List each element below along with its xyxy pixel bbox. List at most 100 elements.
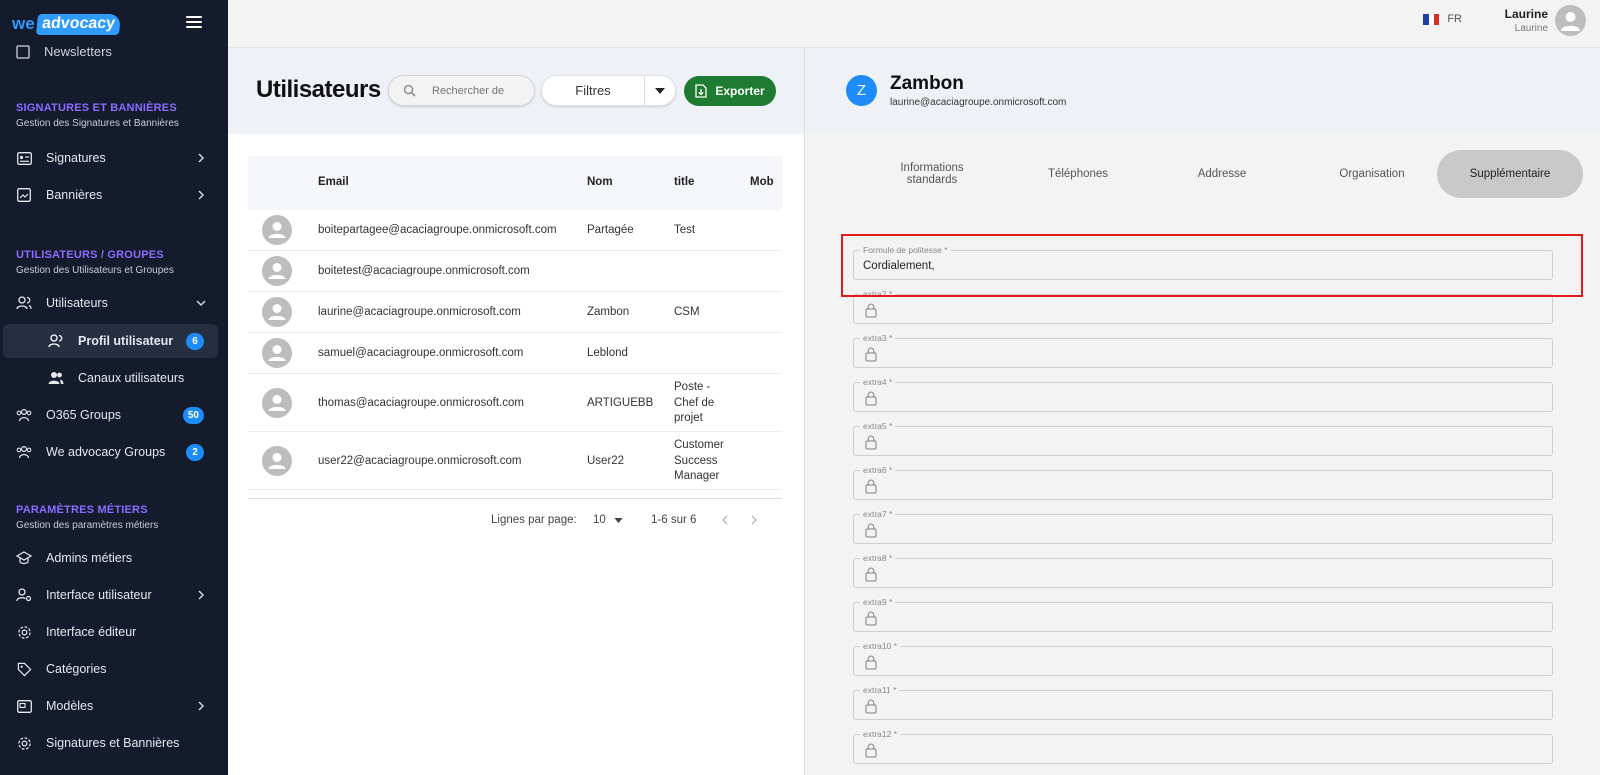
sidebar-item-canaux-utilisateurs[interactable]: Canaux utilisateurs — [0, 361, 228, 395]
row-nom: Zambon — [587, 306, 630, 318]
sidebar-item-label: Utilisateurs — [46, 296, 108, 310]
row-title: Customer Success Manager — [674, 439, 724, 482]
lock-icon — [865, 347, 877, 362]
column-email[interactable]: Email — [318, 176, 349, 188]
row-email: thomas@acaciagroupe.onmicrosoft.com — [318, 397, 524, 409]
field-label: extra5 * — [860, 421, 896, 431]
sidebar-item-label: Admins métiers — [46, 551, 133, 565]
field-label: extra3 * — [860, 333, 896, 343]
extra4-field[interactable]: extra4 * — [853, 377, 1553, 412]
lock-icon — [865, 743, 877, 758]
sidebar-item-admins-metiers[interactable]: Admins métiers — [0, 541, 228, 575]
field-label: extra7 * — [860, 509, 896, 519]
sidebar-item-label: Interface éditeur — [46, 625, 137, 639]
language-selector[interactable]: FR — [1423, 13, 1462, 25]
chevron-right-icon[interactable] — [748, 514, 760, 526]
user-detail-name: Zambon — [890, 73, 964, 94]
sidebar-item-profil-utilisateur[interactable]: Profil utilisateur 6 — [3, 324, 218, 358]
filters-button[interactable]: Filtres — [542, 76, 645, 105]
section-subtitle-signatures: Gestion des Signatures et Bannières — [16, 118, 179, 129]
column-title[interactable]: title — [674, 176, 694, 188]
tab-informations-standards[interactable]: Informations standards — [877, 150, 987, 198]
column-nom[interactable]: Nom — [587, 176, 613, 188]
language-code: FR — [1447, 13, 1462, 25]
highlight-box — [841, 234, 1583, 297]
sidebar-item-modeles[interactable]: Modèles — [0, 689, 228, 723]
lock-icon — [865, 391, 877, 406]
count-badge: 50 — [182, 407, 204, 424]
sidebar-item-label: Modèles — [46, 699, 94, 713]
extra10-field[interactable]: extra10 * — [853, 641, 1553, 676]
sidebar-item-bannieres[interactable]: Bannières — [0, 178, 228, 212]
extra9-field[interactable]: extra9 * — [853, 597, 1553, 632]
row-email: user22@acaciagroupe.onmicrosoft.com — [318, 455, 522, 467]
section-title-utilisateurs: UTILISATEURS / GROUPES — [16, 249, 164, 261]
users-filled-icon — [48, 370, 64, 386]
field-label: extra10 * — [860, 641, 901, 651]
sidebar-item-newsletters[interactable]: Newsletters — [16, 44, 112, 59]
table-row[interactable]: laurine@acaciagroupe.onmicrosoft.com Zam… — [248, 292, 782, 333]
extra6-field[interactable]: extra6 * — [853, 465, 1553, 500]
sidebar-item-we-advocacy-groups[interactable]: We advocacy Groups 2 — [0, 435, 228, 469]
sidebar-item-categories[interactable]: Catégories — [0, 652, 228, 686]
rows-per-page-select[interactable]: 10 — [593, 514, 623, 526]
person-icon — [268, 395, 286, 411]
tab-supplementaire[interactable]: Supplémentaire — [1437, 150, 1583, 198]
extra7-field[interactable]: extra7 * — [853, 509, 1553, 544]
extra11-field[interactable]: extra11 * — [853, 685, 1553, 720]
filters-dropdown[interactable] — [645, 76, 675, 105]
sidebar-item-signatures[interactable]: Signatures — [0, 141, 228, 175]
sidebar-item-label: Newsletters — [44, 44, 112, 59]
chevron-left-icon[interactable] — [719, 514, 731, 526]
user-detail-email: laurine@acaciagroupe.onmicrosoft.com — [890, 97, 1067, 108]
user-detail-header: Z Zambon laurine@acaciagroupe.onmicrosof… — [805, 48, 1600, 133]
tab-addresse[interactable]: Addresse — [1167, 150, 1277, 198]
image-icon — [16, 187, 32, 203]
column-mobile[interactable]: Mob — [750, 176, 774, 188]
table-row[interactable]: thomas@acaciagroupe.onmicrosoft.com ARTI… — [248, 374, 782, 432]
extra12-field[interactable]: extra12 * — [853, 729, 1553, 764]
avatar — [262, 215, 292, 245]
filters-control: Filtres — [541, 75, 676, 106]
row-title: Poste - Chef de projet — [674, 381, 715, 424]
logo-we: we — [12, 14, 35, 33]
sidebar-item-label: Profil utilisateur — [78, 334, 174, 348]
logo-advocacy: advocacy — [35, 13, 121, 35]
tab-organisation[interactable]: Organisation — [1307, 150, 1437, 198]
search-icon — [403, 84, 416, 97]
sidebar-item-interface-editeur[interactable]: Interface éditeur — [0, 615, 228, 649]
sidebar-item-signatures-et-bannieres[interactable]: Signatures et Bannières — [0, 726, 228, 760]
field-label: extra12 * — [860, 729, 901, 739]
user-subtitle: Laurine — [1514, 23, 1548, 34]
tab-telephones[interactable]: Téléphones — [1023, 150, 1133, 198]
lock-icon — [865, 655, 877, 670]
extra2-field[interactable]: extra2 * — [853, 289, 1553, 324]
search-box[interactable] — [388, 75, 535, 106]
sidebar-item-label: Canaux utilisateurs — [78, 371, 185, 385]
lock-icon — [865, 303, 877, 318]
table-row[interactable]: boitepartagee@acaciagroupe.onmicrosoft.c… — [248, 210, 782, 251]
search-input[interactable] — [432, 84, 532, 97]
users-header: Utilisateurs Filtres Exporter — [228, 48, 804, 134]
menu-toggle-icon[interactable] — [186, 16, 202, 30]
avatar[interactable] — [1555, 5, 1586, 36]
extra8-field[interactable]: extra8 * — [853, 553, 1553, 588]
table-row[interactable]: samuel@acaciagroupe.onmicrosoft.com Lebl… — [248, 333, 782, 374]
extra5-field[interactable]: extra5 * — [853, 421, 1553, 456]
sidebar-item-label: Bannières — [46, 188, 103, 202]
sidebar-item-interface-utilisateur[interactable]: Interface utilisateur — [0, 578, 228, 612]
export-button[interactable]: Exporter — [684, 76, 776, 106]
sidebar-item-utilisateurs[interactable]: Utilisateurs — [0, 286, 228, 320]
gear-icon — [16, 624, 32, 640]
topbar: FR Laurine Laurine — [228, 0, 1600, 48]
user-menu[interactable]: Laurine Laurine — [1505, 7, 1548, 34]
sidebar-item-o365-groups[interactable]: O365 Groups 50 — [0, 398, 228, 432]
section-subtitle-parametres: Gestion des paramètres métiers — [16, 520, 159, 531]
section-title-signatures: SIGNATURES ET BANNIÈRES — [16, 102, 177, 114]
person-icon — [268, 304, 286, 320]
table-row[interactable]: user22@acaciagroupe.onmicrosoft.com User… — [248, 432, 782, 490]
detail-tabs: Informations standards Téléphones Addres… — [837, 150, 1583, 198]
table-row[interactable]: boitetest@acaciagroupe.onmicrosoft.com — [248, 251, 782, 292]
brand-logo[interactable]: we advocacy — [12, 12, 121, 36]
extra3-field[interactable]: extra3 * — [853, 333, 1553, 368]
